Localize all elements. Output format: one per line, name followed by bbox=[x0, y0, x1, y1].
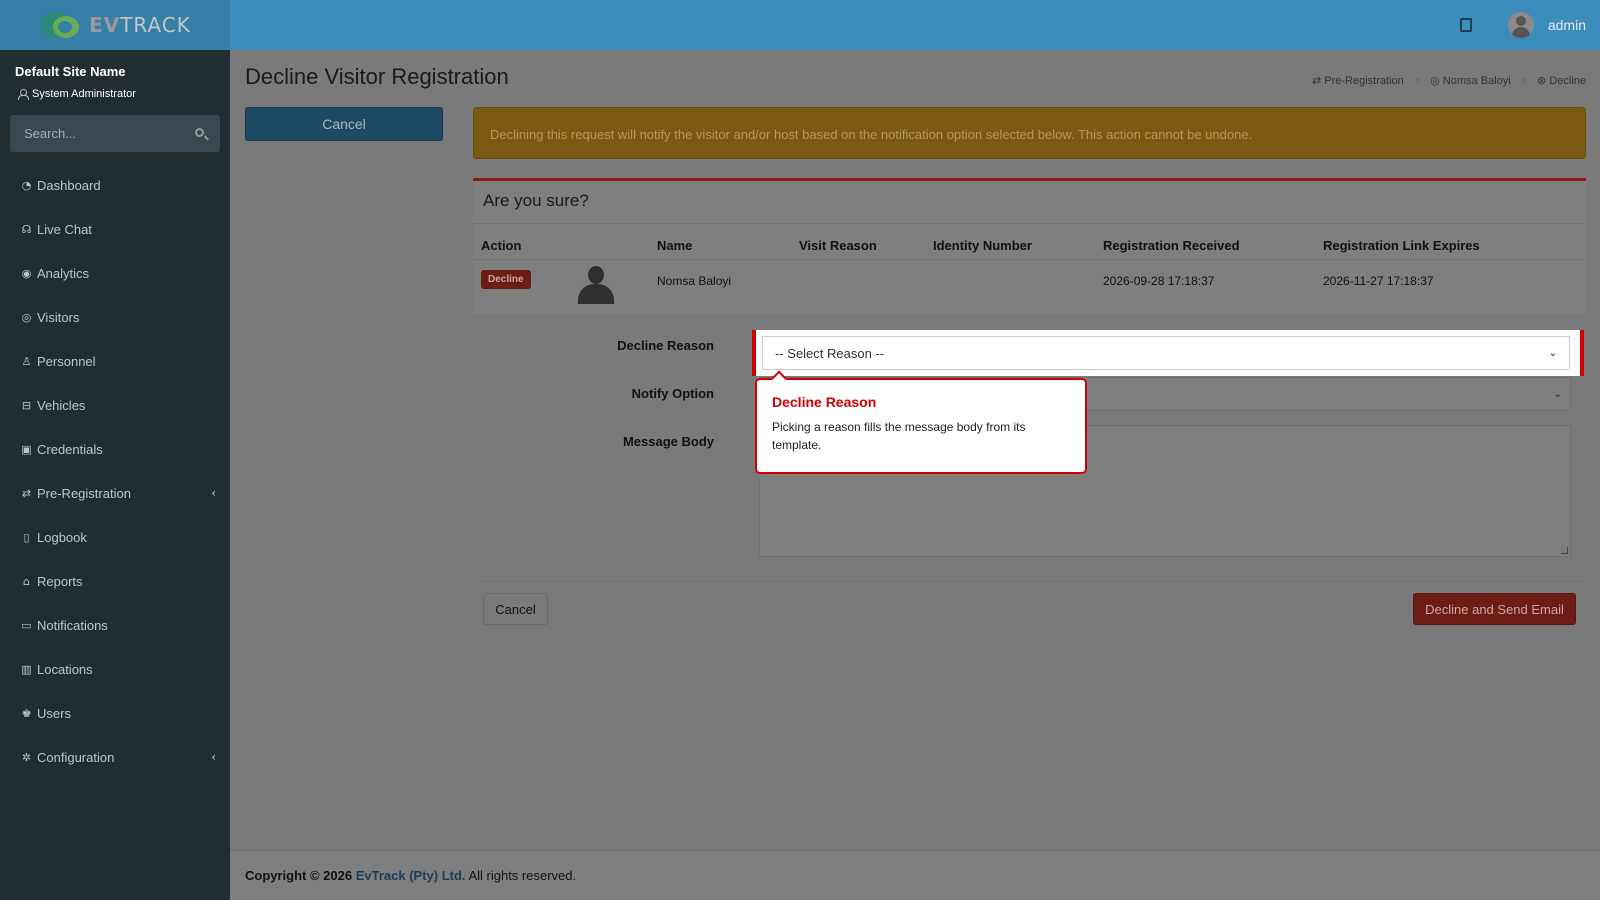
main-content: Decline Visitor Registration ⇄ Pre-Regist… bbox=[230, 50, 1600, 850]
sidebar-item-reports[interactable]: ⌂ Reports bbox=[0, 559, 230, 603]
users-cog-icon: ♚ bbox=[21, 706, 32, 720]
chart-area-icon: ⌂ bbox=[23, 574, 30, 588]
sidebar-item-dashboard[interactable]: ◔ Dashboard bbox=[0, 163, 230, 207]
breadcrumb-separator: > bbox=[1520, 74, 1528, 87]
user-name[interactable]: admin bbox=[1548, 17, 1586, 33]
chevron-left-icon: ‹ bbox=[211, 486, 216, 500]
site-name: Default Site Name bbox=[15, 64, 126, 79]
decline-and-send-email-button[interactable]: Decline and Send Email bbox=[1413, 593, 1576, 625]
chevron-down-icon: ⌄ bbox=[1548, 347, 1557, 359]
times-circle-icon: ⊗ bbox=[1537, 74, 1547, 87]
registration-received-cell: 2026-09-28 17:18:37 bbox=[1103, 274, 1215, 288]
decline-reason-label: Decline Reason bbox=[617, 338, 714, 353]
visitor-avatar bbox=[576, 266, 616, 306]
search-icon[interactable] bbox=[195, 128, 204, 137]
headset-icon: ☊ bbox=[21, 222, 32, 236]
logo[interactable]: EVTRACK bbox=[0, 0, 230, 50]
sidebar-item-users[interactable]: ♚ Users bbox=[0, 691, 230, 735]
resize-handle[interactable] bbox=[1561, 547, 1568, 554]
map-icon: ▥ bbox=[21, 662, 32, 676]
breadcrumb: ⇄ Pre-Registration > ◎ Nomsa Baloyi > ⊗ Dec… bbox=[1312, 74, 1586, 87]
sidebar-item-live-chat[interactable]: ☊ Live Chat bbox=[0, 207, 230, 251]
eye-icon: ◎ bbox=[1430, 74, 1440, 87]
sidebar-item-analytics[interactable]: ◉ Analytics bbox=[0, 251, 230, 295]
decline-reason-select[interactable]: -- Select Reason -- ⌄ bbox=[762, 336, 1570, 370]
sidebar-item-credentials[interactable]: ▣ Credentials bbox=[0, 427, 230, 471]
breadcrumb-item-decline: ⊗ Decline bbox=[1537, 74, 1586, 87]
user-tie-icon: ♙ bbox=[21, 354, 32, 368]
logo-text: EVTRACK bbox=[89, 13, 191, 37]
id-card-icon: ▣ bbox=[21, 442, 32, 456]
sidebar-item-configuration[interactable]: ✲ Configuration ‹ bbox=[0, 735, 230, 779]
column-header-registration-link-expires: Registration Link Expires bbox=[1323, 238, 1480, 253]
breadcrumb-item-pre-registration[interactable]: ⇄ Pre-Registration bbox=[1312, 74, 1404, 87]
breadcrumb-separator: > bbox=[1413, 74, 1421, 87]
chevron-down-icon: ⌄ bbox=[1553, 388, 1562, 400]
comments-icon: ▭ bbox=[21, 618, 32, 632]
dashboard-icon: ◔ bbox=[21, 178, 32, 192]
book-icon[interactable] bbox=[1459, 18, 1472, 32]
user-avatar[interactable] bbox=[1507, 12, 1534, 38]
cancel-button[interactable]: Cancel bbox=[245, 107, 443, 141]
column-header-action: Action bbox=[481, 238, 522, 253]
warning-alert: Declining this request will notify the v… bbox=[473, 107, 1586, 159]
user-icon bbox=[18, 89, 29, 100]
box-title: Are you sure? bbox=[483, 191, 589, 210]
decline-reason-tooltip: Decline Reason Picking a reason fills th… bbox=[755, 378, 1087, 474]
search-input[interactable] bbox=[10, 115, 180, 152]
sidebar: Default Site Name System Administrator ◔… bbox=[0, 50, 230, 900]
sidebar-item-pre-registration[interactable]: ⇄ Pre-Registration ‹ bbox=[0, 471, 230, 515]
exchange-icon: ⇄ bbox=[21, 486, 32, 500]
sidebar-menu: ◔ Dashboard ☊ Live Chat ◉ Analytics ◎ Visito… bbox=[0, 163, 230, 779]
sidebar-item-locations[interactable]: ▥ Locations bbox=[0, 647, 230, 691]
column-header-registration-received: Registration Received bbox=[1103, 238, 1240, 253]
copyright: Copyright © 2026 EvTrack (Pty) Ltd. All … bbox=[245, 868, 577, 883]
message-body-label: Message Body bbox=[622, 434, 714, 449]
form-actions: Cancel Decline and Send Email bbox=[473, 581, 1586, 634]
user-role: System Administrator bbox=[18, 88, 136, 100]
divider bbox=[473, 259, 1586, 260]
sidebar-item-personnel[interactable]: ♙ Personnel bbox=[0, 339, 230, 383]
tooltip-title: Decline Reason bbox=[772, 394, 877, 410]
decline-badge[interactable]: Decline bbox=[481, 270, 531, 289]
page-footer: Copyright © 2026 EvTrack (Pty) Ltd. All … bbox=[230, 850, 1600, 900]
target-icon: ◉ bbox=[21, 266, 32, 280]
company-link[interactable]: EvTrack (Pty) Ltd. bbox=[356, 868, 466, 883]
sidebar-search bbox=[10, 115, 220, 152]
cancel-button[interactable]: Cancel bbox=[483, 593, 548, 625]
logo-mark-icon bbox=[39, 10, 83, 40]
column-header-visit-reason: Visit Reason bbox=[799, 238, 877, 253]
book-icon: ▯ bbox=[23, 530, 30, 544]
tooltip-body: Picking a reason fills the message body … bbox=[772, 420, 1026, 452]
sidebar-item-notifications[interactable]: ▭ Notifications bbox=[0, 603, 230, 647]
sidebar-item-logbook[interactable]: ▯ Logbook bbox=[0, 515, 230, 559]
sidebar-item-vehicles[interactable]: ⊟ Vehicles bbox=[0, 383, 230, 427]
visitor-name: Nomsa Baloyi bbox=[657, 274, 732, 288]
column-header-identity-number: Identity Number bbox=[933, 238, 1032, 253]
registration-expires-cell: 2026-11-27 17:18:37 bbox=[1323, 274, 1434, 288]
chevron-left-icon: ‹ bbox=[211, 750, 216, 764]
column-header-name: Name bbox=[657, 238, 693, 253]
divider bbox=[473, 223, 1586, 224]
car-icon: ⊟ bbox=[21, 398, 32, 412]
breadcrumb-item-visitor[interactable]: ◎ Nomsa Baloyi bbox=[1430, 74, 1510, 87]
decline-reason-highlight: -- Select Reason -- ⌄ bbox=[752, 330, 1584, 376]
page-title: Decline Visitor Registration bbox=[245, 64, 509, 89]
sidebar-item-visitors[interactable]: ◎ Visitors bbox=[0, 295, 230, 339]
cogs-icon: ✲ bbox=[21, 750, 32, 764]
notify-option-label: Notify Option bbox=[631, 386, 714, 401]
confirmation-box: Are you sure? Action Name Visit Reason I… bbox=[473, 178, 1586, 314]
exchange-icon: ⇄ bbox=[1312, 74, 1322, 87]
eye-icon: ◎ bbox=[21, 310, 32, 324]
top-navbar: EVTRACK admin bbox=[0, 0, 1600, 50]
